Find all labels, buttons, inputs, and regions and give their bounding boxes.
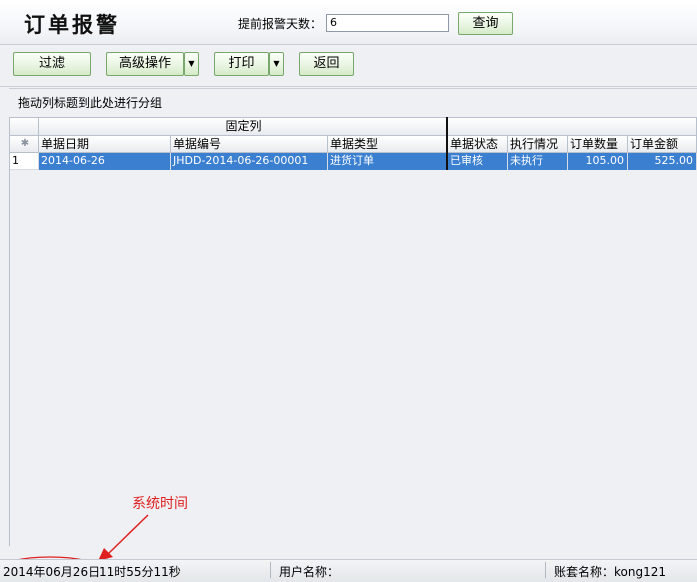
column-header-execution[interactable]: 执行情况 <box>508 136 568 153</box>
cell-status[interactable]: 已审核 <box>448 153 508 170</box>
column-header-number[interactable]: 单据编号 <box>171 136 328 153</box>
query-button[interactable]: 查询 <box>458 12 513 35</box>
band-header-fixed[interactable]: 固定列 <box>39 118 447 136</box>
print-dropdown-arrow-icon[interactable]: ▼ <box>269 52 284 76</box>
page-title: 订单报警 <box>24 13 120 37</box>
band-header-right <box>447 118 697 136</box>
cell-amount[interactable]: 525.00 <box>628 153 697 170</box>
status-date: 2014年06月26日 <box>3 565 101 579</box>
cell-number[interactable]: JHDD-2014-06-26-00001 <box>171 153 328 170</box>
group-by-hint: 拖动列标题到此处进行分组 <box>18 96 163 110</box>
status-user-label: 用户名称： <box>279 565 340 579</box>
advanced-operations-button[interactable]: 高级操作 <box>106 52 184 76</box>
annotation-arrow-icon <box>107 514 149 555</box>
alert-days-input[interactable]: 6 <box>326 14 449 32</box>
status-time: 11时55分11秒 <box>99 565 181 579</box>
column-header-amount[interactable]: 订单金额 <box>628 136 697 153</box>
column-header-status[interactable]: 单据状态 <box>448 136 508 153</box>
cell-quantity[interactable]: 105.00 <box>568 153 628 170</box>
cell-date[interactable]: 2014-06-26 <box>39 153 171 170</box>
advanced-dropdown-arrow-icon[interactable]: ▼ <box>184 52 199 76</box>
column-header-date[interactable]: 单据日期 <box>39 136 171 153</box>
alert-days-label: 提前报警天数： <box>238 17 323 31</box>
band-header-spacer <box>10 118 39 136</box>
print-button[interactable]: 打印 <box>214 52 269 76</box>
fixed-column-divider[interactable] <box>446 117 448 170</box>
status-separator <box>545 562 546 578</box>
row-index[interactable]: 1 <box>10 153 39 170</box>
row-indicator-header-icon: ✱ <box>10 136 39 153</box>
column-header-type[interactable]: 单据类型 <box>328 136 447 153</box>
back-button[interactable]: 返回 <box>299 52 354 76</box>
column-header-quantity[interactable]: 订单数量 <box>568 136 628 153</box>
data-grid <box>9 117 697 546</box>
cell-type[interactable]: 进货订单 <box>328 153 447 170</box>
status-separator <box>270 562 271 578</box>
status-account-label: 账套名称：kong121 <box>554 565 666 579</box>
filter-button[interactable]: 过滤 <box>13 52 91 76</box>
cell-execution[interactable]: 未执行 <box>508 153 568 170</box>
